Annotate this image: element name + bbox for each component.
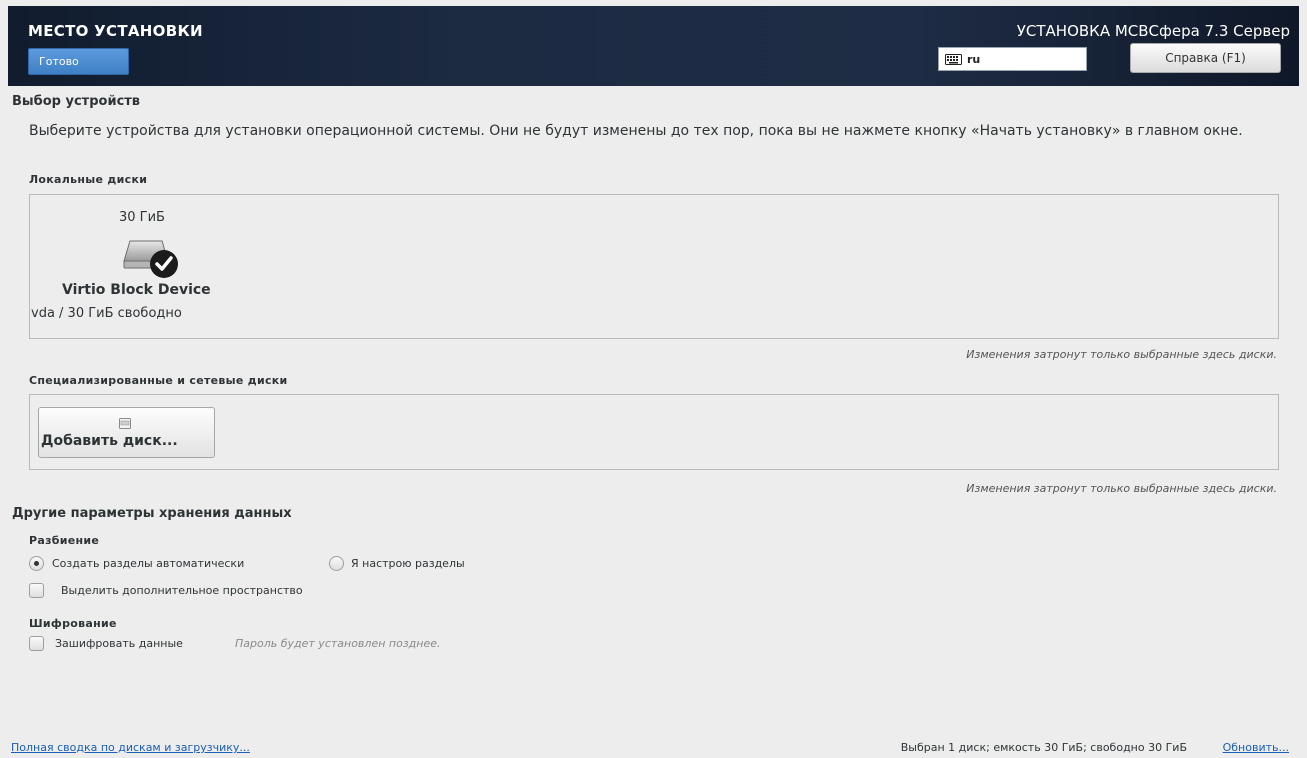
product-title: УСТАНОВКА МСВСфера 7.3 Сервер xyxy=(1016,22,1290,40)
device-selection-description: Выберите устройства для установки операц… xyxy=(29,123,1243,139)
network-disks-panel xyxy=(29,394,1279,470)
local-disks-panel: 30 ГиБ Virtio Block Device vda / 30 ГиБ … xyxy=(29,194,1279,339)
extra-space-label[interactable]: Выделить дополнительное пространство xyxy=(61,584,303,597)
network-disks-note: Изменения затронут только выбранные здес… xyxy=(966,482,1277,495)
keyboard-layout-label: ru xyxy=(967,52,981,66)
manual-partition-label[interactable]: Я настрою разделы xyxy=(351,557,465,570)
disk-summary-link[interactable]: Полная сводка по дискам и загрузчику... xyxy=(11,741,250,754)
device-selection-title: Выбор устройств xyxy=(12,94,141,109)
local-disks-title: Локальные диски xyxy=(29,173,148,186)
local-disks-note: Изменения затронут только выбранные здес… xyxy=(966,348,1277,361)
disk-free-space: vda / 30 ГиБ свободно xyxy=(31,306,182,321)
encrypt-checkbox[interactable] xyxy=(29,636,44,651)
disk-name: Virtio Block Device xyxy=(62,282,211,298)
hard-disk-icon xyxy=(120,237,182,283)
header-bar: МЕСТО УСТАНОВКИ Готово УСТАНОВКА МСВСфер… xyxy=(8,6,1299,86)
encrypt-hint: Пароль будет установлен позднее. xyxy=(235,637,441,650)
page-title: МЕСТО УСТАНОВКИ xyxy=(28,22,203,40)
disk-size: 30 ГиБ xyxy=(119,210,165,225)
extra-space-checkbox[interactable] xyxy=(29,583,44,598)
network-disks-title: Специализированные и сетевые диски xyxy=(29,374,288,387)
add-disk-button[interactable]: Добавить диск... xyxy=(38,407,215,458)
partitioning-title: Разбиение xyxy=(29,534,100,547)
keyboard-layout-indicator[interactable]: ru xyxy=(938,47,1087,71)
keyboard-icon xyxy=(945,53,962,65)
auto-partition-radio[interactable] xyxy=(29,556,44,571)
auto-partition-label[interactable]: Создать разделы автоматически xyxy=(52,557,244,570)
encryption-title: Шифрование xyxy=(29,617,117,630)
selection-status: Выбран 1 диск; емкость 30 ГиБ; свободно … xyxy=(900,741,1187,754)
disk-icon xyxy=(119,414,131,433)
refresh-link[interactable]: Обновить... xyxy=(1223,741,1289,754)
add-disk-label: Добавить диск... xyxy=(41,433,178,449)
disk-item[interactable]: 30 ГиБ Virtio Block Device vda / 30 ГиБ … xyxy=(30,195,245,335)
done-button[interactable]: Готово xyxy=(28,48,129,75)
help-button[interactable]: Справка (F1) xyxy=(1130,43,1281,73)
storage-options-title: Другие параметры хранения данных xyxy=(12,506,292,521)
encrypt-label[interactable]: Зашифровать данные xyxy=(55,637,183,650)
manual-partition-radio[interactable] xyxy=(329,556,344,571)
